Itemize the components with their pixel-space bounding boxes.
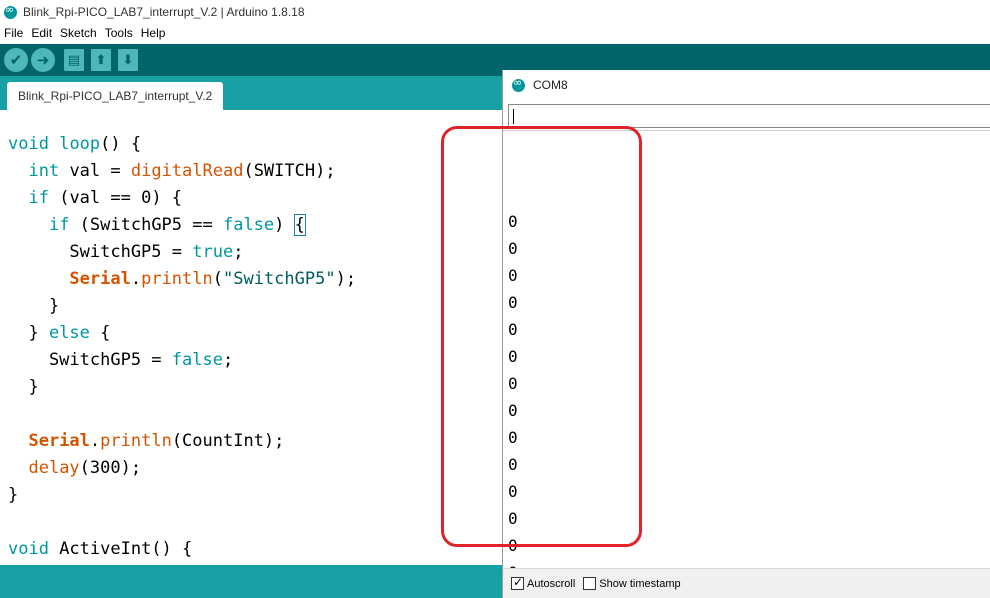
menu-sketch[interactable]: Sketch [60, 26, 97, 40]
menu-help[interactable]: Help [141, 26, 166, 40]
output-line: 0 [508, 455, 518, 474]
code-line: int val = digitalRead(SWITCH); [28, 161, 336, 181]
window-title-bar: Blink_Rpi-PICO_LAB7_interrupt_V.2 | Ardu… [0, 0, 990, 24]
output-line: 0 [508, 536, 518, 555]
autoscroll-label: Autoscroll [527, 577, 576, 590]
arduino-logo-icon [4, 3, 17, 19]
output-line: 0 [508, 347, 518, 366]
output-line: 0 [508, 266, 518, 285]
code-line: } [8, 485, 19, 505]
output-line: 0 [508, 212, 518, 231]
autoscroll-checkbox[interactable] [511, 575, 524, 590]
arrow-up-icon: ⬆ [95, 52, 107, 68]
output-line: 0 [508, 320, 518, 339]
output-line: 0 [508, 239, 518, 258]
code-line: SwitchGP5 = true; [8, 242, 244, 262]
text-caret [513, 109, 514, 124]
verify-button[interactable]: ✔ [4, 48, 28, 72]
serial-port-title: COM8 [533, 78, 568, 92]
code-line: Serial.println("SwitchGP5"); [69, 269, 357, 289]
file-icon: ▤ [67, 52, 81, 68]
menu-edit[interactable]: Edit [31, 26, 52, 40]
serial-monitor-footer: Autoscroll Show timestamp [503, 568, 990, 598]
tab-bar: Blink_Rpi-PICO_LAB7_interrupt_V.2 [0, 76, 502, 110]
save-button[interactable]: ⬇ [118, 49, 138, 71]
serial-send-input[interactable] [508, 104, 990, 128]
code-editor[interactable]: void loop() { int val = digitalRead(SWIT… [0, 110, 502, 565]
code-line: SwitchGP5 = false; [8, 350, 234, 370]
status-bar [0, 565, 502, 598]
code-line: if (val == 0) { [28, 188, 183, 208]
code-line: void loop() { [8, 134, 142, 154]
code-line: if (SwitchGP5 == false) { [48, 214, 306, 236]
code-line: delay(300); [28, 458, 142, 478]
serial-monitor-window: COM8 0 0 0 0 0 0 0 0 0 0 0 0 0 0 0 Autos… [502, 70, 990, 598]
code-line: } [8, 296, 60, 316]
output-line: 0 [508, 509, 518, 528]
code-line: Serial.println(CountInt); [28, 431, 285, 451]
tab-sketch[interactable]: Blink_Rpi-PICO_LAB7_interrupt_V.2 [7, 82, 224, 110]
check-icon: ✔ [9, 51, 23, 69]
upload-button[interactable]: ➜ [31, 48, 55, 72]
open-button[interactable]: ⬆ [91, 49, 111, 71]
code-line: void ActiveInt() { [8, 539, 193, 559]
arduino-logo-icon [512, 76, 525, 92]
show-timestamp-label: Show timestamp [599, 577, 681, 590]
code-line: } else { [8, 323, 111, 343]
menu-file[interactable]: File [4, 26, 23, 40]
window-title: Blink_Rpi-PICO_LAB7_interrupt_V.2 | Ardu… [23, 5, 305, 19]
output-line: 0 [508, 482, 518, 501]
output-line: 0 [508, 428, 518, 447]
menu-tools[interactable]: Tools [105, 26, 133, 40]
output-line: 0 [508, 293, 518, 312]
serial-monitor-title-bar: COM8 [503, 70, 990, 100]
code-line: } [8, 377, 39, 397]
arrow-right-icon: ➜ [36, 51, 50, 69]
show-timestamp-checkbox[interactable] [583, 577, 597, 590]
new-button[interactable]: ▤ [64, 49, 84, 71]
output-line: 0 [508, 401, 518, 420]
output-line: 0 [508, 374, 518, 393]
serial-output-area[interactable]: 0 0 0 0 0 0 0 0 0 0 0 0 0 0 0 [503, 130, 990, 598]
arrow-down-icon: ⬇ [122, 52, 134, 68]
menu-bar: File Edit Sketch Tools Help [0, 24, 990, 42]
